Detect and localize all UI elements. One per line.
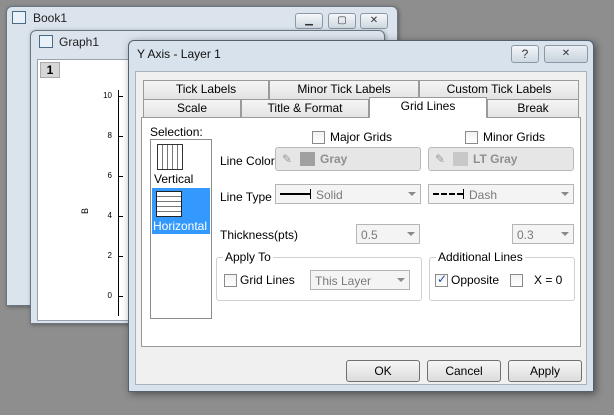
grid-lines-label: Grid Lines [240,273,295,287]
dialog-client: Tick Labels Minor Tick Labels Custom Tic… [135,71,587,385]
dialog-title: Y Axis - Layer 1 [137,47,221,61]
major-grids-checkbox[interactable] [312,131,325,144]
selection-item-vertical-label: Vertical [154,172,194,186]
tab-grid-lines[interactable]: Grid Lines [369,97,487,118]
major-line-color-value: Gray [320,152,348,166]
major-line-type-value: Solid [316,188,343,202]
selection-item-vertical[interactable]: Vertical [153,142,209,186]
gray-swatch [300,152,315,166]
minor-line-type-dropdown[interactable]: Dash [428,184,574,204]
selection-item-horizontal[interactable]: Horizontal [152,188,210,234]
minor-line-type-value: Dash [469,188,498,202]
chevron-down-icon [561,232,569,236]
selection-label: Selection: [150,125,203,139]
graph1-title: Graph1 [59,35,100,49]
opposite-checkbox[interactable] [435,272,448,287]
selection-item-horizontal-label: Horizontal [153,219,208,233]
additional-lines-group: Additional Lines Opposite X = 0 [429,250,575,301]
y-tick-mark [118,136,123,137]
major-line-color-button[interactable]: ✎ Gray [275,147,421,171]
pencil-icon: ✎ [282,152,293,166]
ok-button[interactable]: OK [346,360,420,382]
y-axis-dialog: Y Axis - Layer 1 ? ✕ Tick Labels Minor T… [128,40,594,392]
apply-to-title: Apply To [223,250,273,264]
apply-scope-value: This Layer [315,274,372,288]
minimize-button[interactable]: ▁ [295,13,323,29]
solid-line-icon [280,193,310,195]
solid-line-icon-end [310,189,311,199]
layer-index-badge[interactable]: 1 [40,62,60,78]
apply-button[interactable]: Apply [508,360,582,382]
selection-list[interactable]: Vertical Horizontal [150,139,212,319]
y-tick-mark [118,96,123,97]
vertical-grid-icon [157,144,183,170]
minor-grids-label: Minor Grids [483,130,546,144]
maximize-button[interactable]: ▢ [328,13,356,29]
y-tick-label: 4 [107,211,112,220]
worksheet-icon [12,11,26,24]
chevron-down-icon [408,192,416,196]
minor-grids-checkbox[interactable] [465,131,478,144]
y-tick-mark [118,296,123,297]
chevron-down-icon [561,192,569,196]
minor-thickness-dropdown[interactable]: 0.3 [512,224,574,244]
major-line-type-dropdown[interactable]: Solid [275,184,421,204]
dash-line-icon [433,193,463,195]
apply-scope-dropdown[interactable]: This Layer [310,270,410,290]
y-tick-label: 2 [107,251,112,260]
apply-to-group: Apply To Grid Lines This Layer [216,250,422,301]
chevron-down-icon [397,278,405,282]
y-axis-line [118,90,119,316]
grid-lines-panel: Selection: Vertical Horizontal Major Gri… [141,117,581,347]
ltgray-swatch [453,152,468,166]
y-tick-label: 10 [103,91,112,100]
thickness-label: Thickness(pts) [220,228,299,242]
cancel-button[interactable]: Cancel [427,360,501,382]
major-thickness-dropdown[interactable]: 0.5 [356,224,420,244]
horizontal-grid-icon [156,191,182,217]
pencil-icon: ✎ [435,152,446,166]
y-tick-label: 8 [107,131,112,140]
y-tick-label: 0 [107,291,112,300]
y-tick-mark [118,176,123,177]
y-tick-mark [118,216,123,217]
help-button[interactable]: ? [511,45,539,63]
major-thickness-value: 0.5 [361,228,378,242]
book1-title: Book1 [33,11,68,25]
dash-line-icon-end [463,189,464,199]
line-type-label: Line Type [220,190,272,204]
y-axis-title: B [80,207,91,215]
minor-thickness-value: 0.3 [517,228,534,242]
opposite-label: Opposite [451,273,500,287]
tab-title-format[interactable]: Title & Format [241,99,369,118]
grid-lines-checkbox[interactable] [224,274,237,287]
y-tick-mark [118,256,123,257]
chevron-down-icon [407,232,415,236]
major-grids-label: Major Grids [330,130,393,144]
minor-line-color-value: LT Gray [473,152,518,166]
tab-scale[interactable]: Scale [143,99,241,118]
tab-break[interactable]: Break [487,99,579,118]
graph-icon [39,35,53,48]
y-tick-label: 6 [107,171,112,180]
additional-lines-title: Additional Lines [436,250,525,264]
tab-tick-labels[interactable]: Tick Labels [143,80,269,99]
minor-line-color-button[interactable]: ✎ LT Gray [428,147,574,171]
dialog-close-button[interactable]: ✕ [544,45,588,63]
line-color-label: Line Color [220,154,275,168]
close-button[interactable]: ✕ [360,13,388,29]
x-zero-label: X = 0 [534,273,563,287]
x-zero-checkbox[interactable] [510,274,523,287]
